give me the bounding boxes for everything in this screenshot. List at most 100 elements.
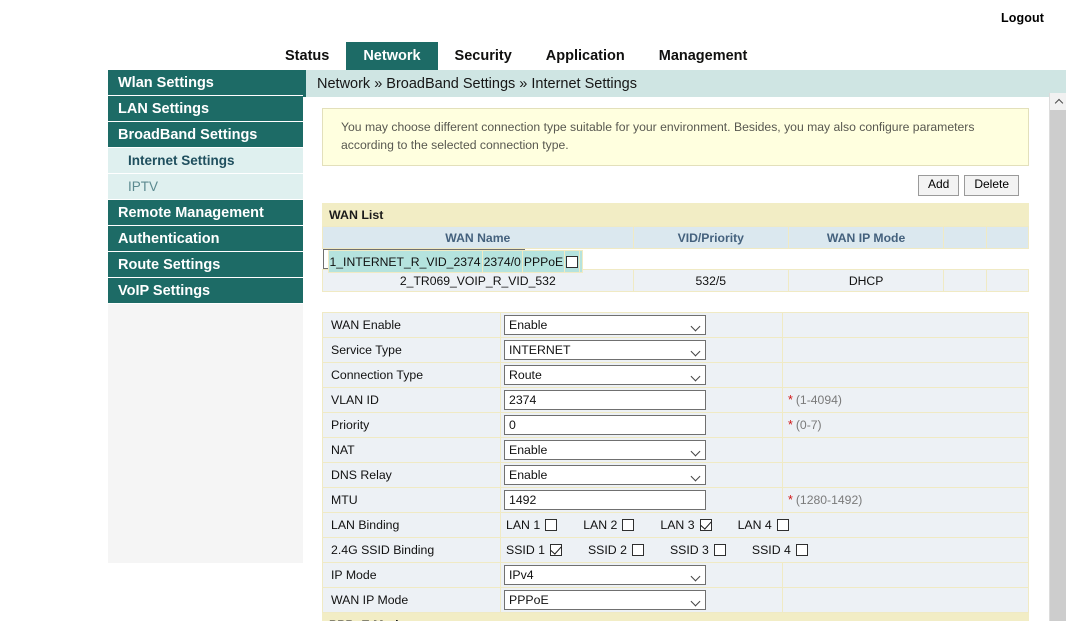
ssid-binding-option[interactable]: SSID 3 — [670, 543, 726, 557]
wan-spacer-cell — [579, 250, 584, 274]
wan-col-header — [985, 226, 1030, 250]
sidebar-item-broadband-settings[interactable]: BroadBand Settings — [108, 122, 303, 148]
wan-col-header: WAN IP Mode — [787, 226, 945, 250]
form-hint-cell-dns-relay — [782, 462, 1029, 489]
dns-relay-select[interactable]: Enable — [504, 465, 706, 486]
lan-binding-option-checkbox[interactable] — [699, 519, 712, 532]
lan-binding-option[interactable]: LAN 4 — [738, 518, 789, 532]
ip-mode-selected-value: IPv4 — [509, 568, 534, 583]
connection-type-selected-value: Route — [509, 368, 542, 383]
form-hint-cell-nat — [782, 437, 1029, 464]
main-navigation: Status Network Security Application Manageme… — [0, 42, 1066, 70]
nat-selected-value: Enable — [509, 443, 548, 458]
sidebar-menu: Wlan Settings LAN Settings BroadBand Setti… — [108, 70, 303, 563]
sidebar-item-route-settings[interactable]: Route Settings — [108, 252, 303, 278]
chevron-up-icon — [1054, 98, 1063, 107]
nav-tab-status[interactable]: Status — [268, 42, 346, 70]
chevron-down-icon — [690, 471, 701, 482]
mtu-input[interactable]: 1492 — [504, 490, 706, 511]
form-hint-cell-vlan-id: * (1-4094) — [782, 387, 1029, 414]
nav-tab-application[interactable]: Application — [529, 42, 642, 70]
wan-row-checkbox[interactable] — [566, 256, 579, 269]
logout-link[interactable]: Logout — [1001, 11, 1044, 25]
lan-binding-option-checkbox[interactable] — [545, 519, 558, 532]
ssid-binding-option[interactable]: SSID 4 — [752, 543, 808, 557]
lan-binding-option-label: LAN 3 — [660, 518, 695, 533]
ip-mode-select[interactable]: IPv4 — [504, 565, 706, 586]
sidebar-item-remote-management[interactable]: Remote Management — [108, 200, 303, 226]
priority-range-hint: (0-7) — [795, 418, 822, 433]
wan-list-title: WAN List — [322, 203, 1029, 227]
wan-ip-mode-select[interactable]: PPPoE — [504, 590, 706, 611]
wan-table-header-row: WAN Name VID/Priority WAN IP Mode — [322, 226, 1030, 250]
priority-required-marker: * — [788, 418, 793, 433]
delete-button[interactable]: Delete — [964, 175, 1019, 197]
form-label-mtu: MTU — [322, 487, 501, 514]
chevron-down-icon — [690, 571, 701, 582]
vlan-id-input[interactable]: 2374 — [504, 390, 706, 411]
ssid-binding-option-checkbox[interactable] — [549, 544, 562, 557]
form-row-mtu: MTU 1492 * (1280-1492) — [322, 487, 1029, 514]
form-row-service-type: Service Type INTERNET — [322, 337, 1029, 364]
sidebar-item-wlan-settings[interactable]: Wlan Settings — [108, 70, 303, 96]
wan-list-section: WAN List WAN Name VID/Priority WAN IP Mode… — [322, 203, 1030, 621]
wan-cell-name: 1_INTERNET_R_VID_2374 — [327, 250, 483, 274]
form-control-cell-wan-enable: Enable — [500, 312, 783, 339]
wan-cell-ip-mode: DHCP — [787, 269, 945, 293]
form-control-cell-lan-binding: LAN 1 LAN 2 LAN 3 LAN 4 — [500, 512, 1029, 539]
wan-ip-mode-selected-value: PPPoE — [509, 593, 549, 608]
sidebar-item-authentication[interactable]: Authentication — [108, 226, 303, 252]
chevron-down-icon — [690, 596, 701, 607]
wan-enable-select[interactable]: Enable — [504, 315, 706, 336]
lan-binding-option[interactable]: LAN 3 — [660, 518, 712, 533]
nat-select[interactable]: Enable — [504, 440, 706, 461]
priority-input[interactable]: 0 — [504, 415, 706, 436]
form-row-lan-binding: LAN Binding LAN 1 LAN 2 LAN 3 LAN 4 — [322, 512, 1029, 539]
wan-col-header — [943, 226, 987, 250]
form-label-wan-ip-mode: WAN IP Mode — [322, 587, 501, 614]
form-label-priority: Priority — [322, 412, 501, 439]
sidebar-item-lan-settings[interactable]: LAN Settings — [108, 96, 303, 122]
wan-row-select-cell[interactable] — [943, 269, 987, 293]
breadcrumb: Network » BroadBand Settings » Internet … — [303, 70, 1066, 97]
ssid-binding-option-checkbox[interactable] — [795, 544, 808, 557]
vlan-id-required-marker: * — [788, 393, 793, 408]
lan-binding-option[interactable]: LAN 1 — [506, 518, 558, 533]
form-label-vlan-id: VLAN ID — [322, 387, 501, 414]
sidebar-item-voip-settings[interactable]: VoIP Settings — [108, 278, 303, 304]
wan-row-select-cell[interactable] — [564, 250, 581, 274]
nav-tab-management[interactable]: Management — [642, 42, 765, 70]
wan-table-row[interactable]: 1_INTERNET_R_VID_2374 2374/0 PPPoE — [322, 249, 584, 274]
connection-type-select[interactable]: Route — [504, 365, 706, 386]
wan-col-header: WAN Name — [322, 226, 634, 250]
ssid-binding-option-checkbox[interactable] — [713, 544, 726, 557]
sidebar-item-internet-settings[interactable]: Internet Settings — [108, 148, 303, 174]
lan-binding-option[interactable]: LAN 2 — [583, 518, 635, 532]
nav-tab-network[interactable]: Network — [346, 42, 438, 70]
vlan-id-range-hint: (1-4094) — [795, 393, 842, 408]
page-scrollbar[interactable] — [1049, 93, 1066, 621]
form-control-cell-ssid-binding: SSID 1 SSID 2 SSID 3 SSID 4 — [500, 537, 1029, 564]
sidebar-item-iptv[interactable]: IPTV — [108, 174, 303, 200]
scroll-up-button[interactable] — [1050, 93, 1066, 110]
ssid-binding-option-checkbox[interactable] — [631, 544, 644, 557]
form-control-cell-nat: Enable — [500, 437, 783, 464]
wan-table-body: 1_INTERNET_R_VID_2374 2374/0 PPPoE 2_TR069_… — [322, 249, 1030, 293]
form-control-cell-ip-mode: IPv4 — [500, 562, 783, 589]
form-row-priority: Priority 0 * (0-7) — [322, 412, 1029, 439]
ssid-binding-option[interactable]: SSID 2 — [588, 543, 644, 557]
lan-binding-option-checkbox[interactable] — [622, 519, 635, 532]
form-hint-cell-connection-type — [782, 362, 1029, 389]
form-hint-cell-ip-mode — [782, 562, 1029, 589]
ssid-binding-option[interactable]: SSID 1 — [506, 543, 562, 557]
form-label-connection-type: Connection Type — [322, 362, 501, 389]
lan-binding-option-label: LAN 1 — [506, 518, 541, 533]
form-row-ip-mode: IP Mode IPv4 — [322, 562, 1029, 589]
wan-cell-vid-priority: 532/5 — [632, 269, 789, 293]
add-button[interactable]: Add — [917, 175, 960, 197]
service-type-selected-value: INTERNET — [509, 343, 571, 358]
lan-binding-option-checkbox[interactable] — [776, 519, 789, 532]
service-type-select[interactable]: INTERNET — [504, 340, 706, 361]
nav-tab-list: Status Network Security Application Manageme… — [268, 42, 764, 70]
nav-tab-security[interactable]: Security — [438, 42, 529, 70]
